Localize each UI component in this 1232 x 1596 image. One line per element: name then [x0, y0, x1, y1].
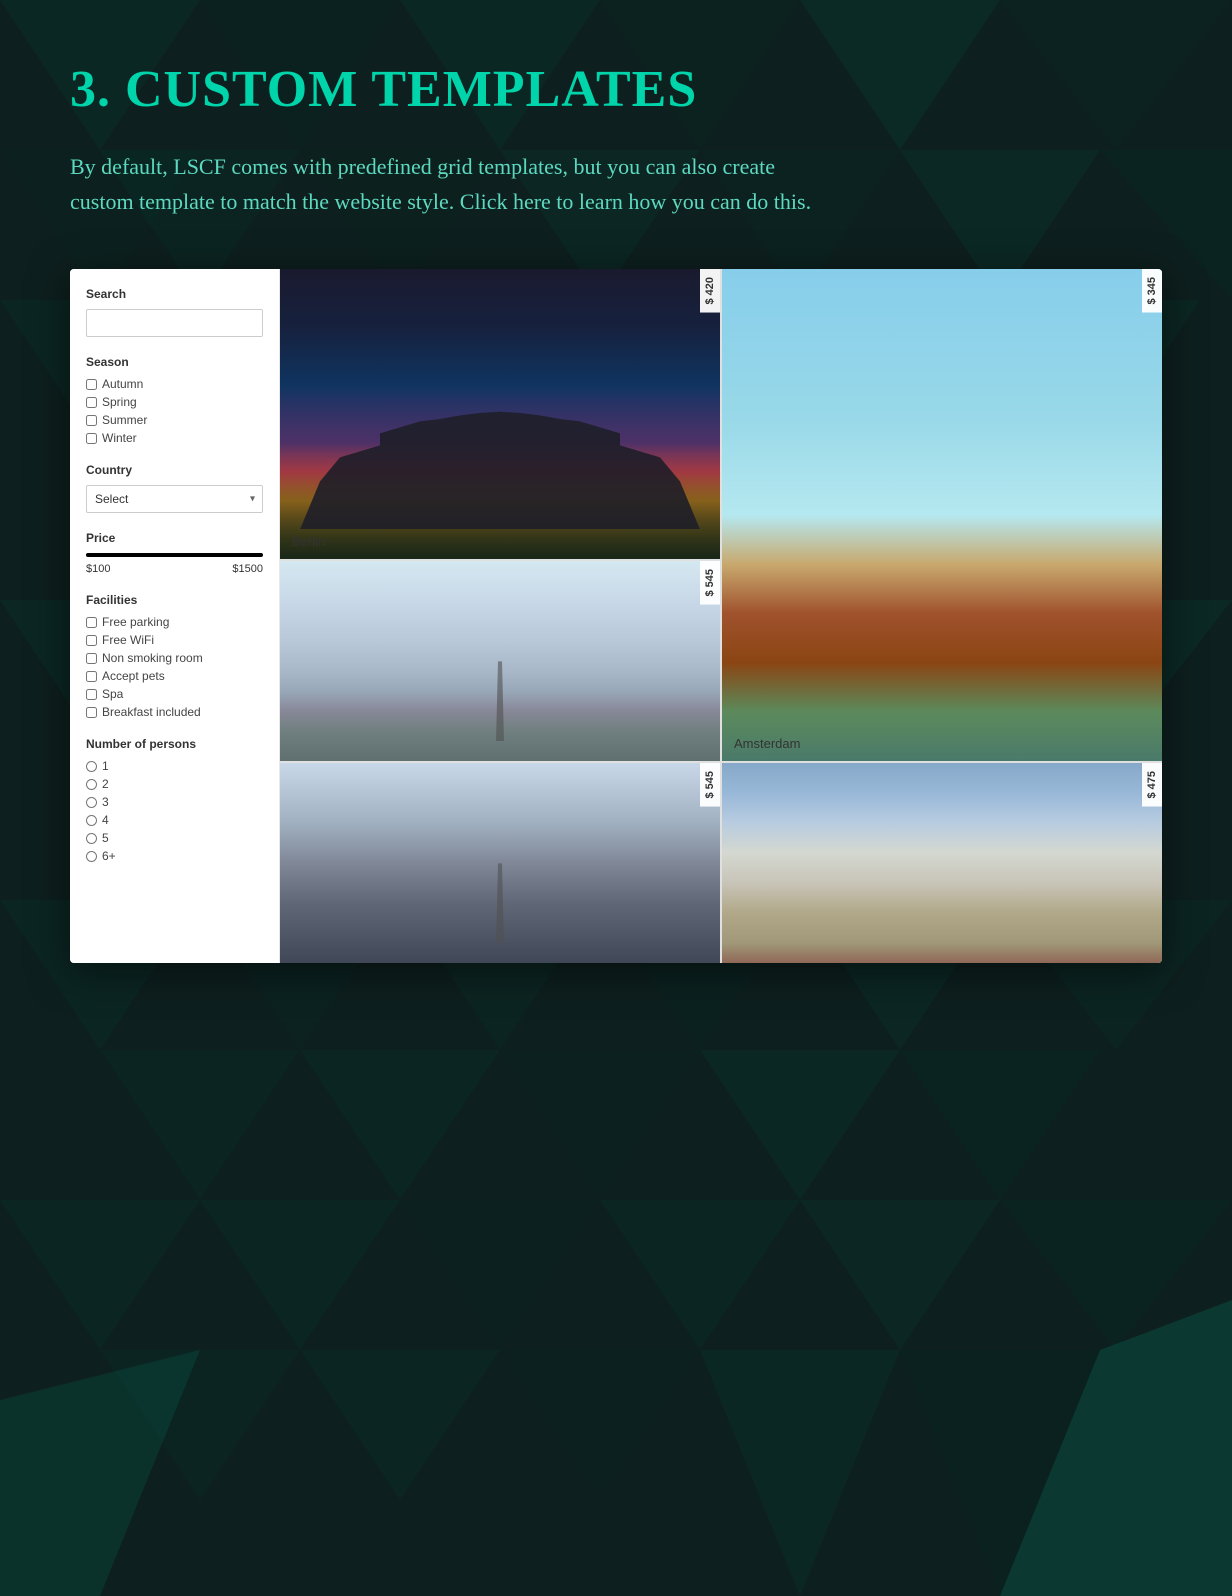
listing-paris-price: $ 545 [700, 561, 720, 605]
persons-5-radio[interactable] [86, 833, 97, 844]
facility-free-parking-checkbox[interactable] [86, 617, 97, 628]
listing-paris[interactable]: $ 545 [280, 561, 720, 761]
persons-3-label: 3 [102, 795, 109, 809]
season-section: Season Autumn Spring Summer [86, 355, 263, 445]
facility-spa-checkbox[interactable] [86, 689, 97, 700]
facilities-checkboxes: Free parking Free WiFi Non smoking room … [86, 615, 263, 719]
persons-4[interactable]: 4 [86, 813, 263, 827]
persons-6plus-radio[interactable] [86, 851, 97, 862]
listing-extra1[interactable]: $ 545 [280, 763, 720, 963]
persons-2[interactable]: 2 [86, 777, 263, 791]
persons-3[interactable]: 3 [86, 795, 263, 809]
persons-6plus-label: 6+ [102, 849, 116, 863]
listing-amsterdam[interactable]: $ 345 Amsterdam [722, 269, 1162, 761]
price-slider[interactable]: $100 $1500 [86, 553, 263, 575]
country-label: Country [86, 463, 263, 477]
persons-2-label: 2 [102, 777, 109, 791]
country-section: Country Select ▾ [86, 463, 263, 513]
country-select-wrapper: Select ▾ [86, 485, 263, 513]
facility-breakfast[interactable]: Breakfast included [86, 705, 263, 719]
persons-5-label: 5 [102, 831, 109, 845]
season-autumn[interactable]: Autumn [86, 377, 263, 391]
persons-4-radio[interactable] [86, 815, 97, 826]
facility-pets[interactable]: Accept pets [86, 669, 263, 683]
season-winter-label: Winter [102, 431, 137, 445]
listing-boat[interactable]: $ 475 [722, 763, 1162, 963]
persons-6plus[interactable]: 6+ [86, 849, 263, 863]
search-section: Search [86, 287, 263, 337]
facilities-section: Facilities Free parking Free WiFi Non sm… [86, 593, 263, 719]
persons-3-radio[interactable] [86, 797, 97, 808]
price-range: $100 $1500 [86, 563, 263, 575]
price-label: Price [86, 531, 263, 545]
facility-free-wifi-label: Free WiFi [102, 633, 154, 647]
facility-pets-label: Accept pets [102, 669, 165, 683]
facility-non-smoking-checkbox[interactable] [86, 653, 97, 664]
widget-sidebar: Search Season Autumn Spring [70, 269, 280, 963]
facility-pets-checkbox[interactable] [86, 671, 97, 682]
listing-amsterdam-price: $ 345 [1142, 269, 1162, 313]
season-spring[interactable]: Spring [86, 395, 263, 409]
facility-free-wifi-checkbox[interactable] [86, 635, 97, 646]
section-title: 3. Custom Templates [70, 60, 1162, 119]
facility-breakfast-checkbox[interactable] [86, 707, 97, 718]
listing-berlin-price: $ 420 [700, 269, 720, 313]
listing-extra1-price: $ 545 [700, 763, 720, 807]
listing-berlin-name: Berlin [292, 534, 325, 549]
country-select[interactable]: Select [86, 485, 263, 513]
season-winter[interactable]: Winter [86, 431, 263, 445]
facility-spa-label: Spa [102, 687, 123, 701]
persons-2-radio[interactable] [86, 779, 97, 790]
persons-5[interactable]: 5 [86, 831, 263, 845]
season-checkboxes: Autumn Spring Summer Winter [86, 377, 263, 445]
season-spring-checkbox[interactable] [86, 397, 97, 408]
slider-track [86, 553, 263, 557]
facility-non-smoking-label: Non smoking room [102, 651, 203, 665]
listing-berlin[interactable]: $ 420 Berlin [280, 269, 720, 559]
price-max: $1500 [232, 563, 263, 575]
season-spring-label: Spring [102, 395, 137, 409]
persons-label: Number of persons [86, 737, 263, 751]
facility-free-wifi[interactable]: Free WiFi [86, 633, 263, 647]
season-summer[interactable]: Summer [86, 413, 263, 427]
price-min: $100 [86, 563, 110, 575]
search-input[interactable] [86, 309, 263, 337]
facility-free-parking-label: Free parking [102, 615, 169, 629]
facility-free-parking[interactable]: Free parking [86, 615, 263, 629]
persons-1[interactable]: 1 [86, 759, 263, 773]
section-description: By default, LSCF comes with predefined g… [70, 149, 830, 219]
season-winter-checkbox[interactable] [86, 433, 97, 444]
season-autumn-label: Autumn [102, 377, 143, 391]
price-section: Price $100 $1500 [86, 531, 263, 575]
search-label: Search [86, 287, 263, 301]
facility-breakfast-label: Breakfast included [102, 705, 201, 719]
facility-non-smoking[interactable]: Non smoking room [86, 651, 263, 665]
persons-1-label: 1 [102, 759, 109, 773]
season-label: Season [86, 355, 263, 369]
facility-spa[interactable]: Spa [86, 687, 263, 701]
persons-1-radio[interactable] [86, 761, 97, 772]
persons-4-label: 4 [102, 813, 109, 827]
listings-grid: $ 420 Berlin $ 345 Amsterdam $ 545 $ 545 [280, 269, 1162, 963]
widget-mockup: Search Season Autumn Spring [70, 269, 1162, 963]
facilities-label: Facilities [86, 593, 263, 607]
season-autumn-checkbox[interactable] [86, 379, 97, 390]
season-summer-checkbox[interactable] [86, 415, 97, 426]
persons-radios: 1 2 3 4 5 [86, 759, 263, 863]
listing-boat-price: $ 475 [1142, 763, 1162, 807]
persons-section: Number of persons 1 2 3 [86, 737, 263, 863]
listing-amsterdam-name: Amsterdam [734, 736, 800, 751]
season-summer-label: Summer [102, 413, 147, 427]
